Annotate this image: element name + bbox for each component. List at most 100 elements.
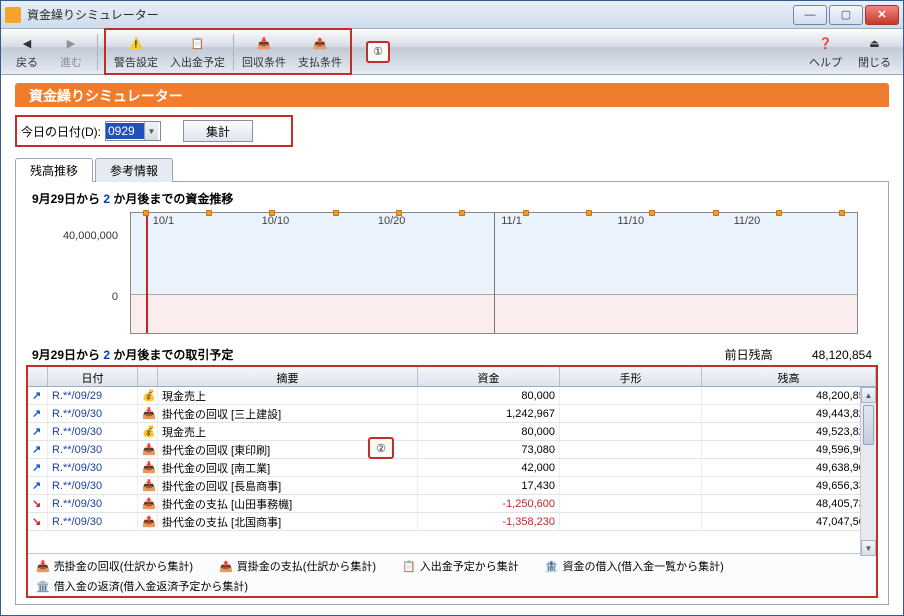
row-type-icon: 💰 (138, 387, 158, 404)
cell-date: R.**/09/30 (48, 441, 138, 458)
close-button[interactable]: ⏏ 閉じる (852, 31, 897, 72)
alert-settings-button[interactable]: ⚠️ 警告設定 (108, 31, 164, 72)
cell-fund: 1,242,967 (418, 405, 560, 422)
scroll-thumb[interactable] (863, 405, 874, 445)
table-header-suffix: か月後までの取引予定 (110, 348, 233, 362)
tab-reference-info[interactable]: 参考情報 (95, 158, 173, 182)
alert-icon: ⚠️ (126, 33, 146, 53)
toolbar-separator (233, 34, 234, 70)
legend-io-schedule: 📋入出金予定から集計 (402, 558, 519, 574)
help-button[interactable]: ❓ ヘルプ (803, 31, 848, 72)
forward-button[interactable]: ▶ 進む (51, 31, 91, 72)
cell-balance: 48,200,854 (702, 387, 876, 404)
cell-note (560, 387, 702, 404)
table-row[interactable]: ↗R.**/09/30📥掛代金の回収 [南工業]42,00049,638,901 (28, 459, 876, 477)
repay-icon: 🏛️ (36, 580, 50, 593)
cell-fund: -1,358,230 (418, 513, 560, 530)
cell-note (560, 495, 702, 512)
tabstrip: 残高推移 参考情報 (15, 157, 889, 182)
row-type-icon: 📥 (138, 477, 158, 494)
tab-panel: 9月29日から 2 か月後までの資金推移 40,000,000 0 10/1 1… (15, 182, 889, 605)
minimize-button[interactable]: — (793, 5, 827, 25)
grid-body: ↗R.**/09/29💰現金売上80,00048,200,854 ↗ R.**/09… (28, 387, 876, 553)
col-note[interactable]: 手形 (560, 367, 702, 386)
tab-balance-trend[interactable]: 残高推移 (15, 158, 93, 182)
close-label: 閉じる (858, 54, 891, 70)
table-row[interactable]: ↘R.**/09/30📤掛代金の支払 [山田事務機]-1,250,60048,4… (28, 495, 876, 513)
forward-label: 進む (60, 54, 82, 70)
back-icon: ◀ (17, 33, 37, 53)
recv-cond-button[interactable]: 📥 回収条件 (236, 31, 292, 72)
col-date[interactable]: 日付 (48, 367, 138, 386)
calendar-icon: 📋 (188, 33, 208, 53)
toolbar: ◀ 戻る ▶ 進む ⚠️ 警告設定 📋 入出金予定 📥 回収条件 📤 (1, 29, 903, 75)
table-header-prefix: 9月29日から (32, 348, 103, 362)
cell-date: R.**/09/30 (48, 513, 138, 530)
arrow-up-icon: ↗ (32, 479, 41, 492)
close-window-button[interactable]: ✕ (865, 5, 899, 25)
cell-date: R.**/09/30 (48, 495, 138, 512)
aggregate-button[interactable]: 集計 (183, 120, 253, 142)
arrow-up-icon: ↗ (32, 407, 41, 420)
cell-date: R.**/09/30 (48, 405, 138, 422)
transactions-table-highlight: ② 日付 摘要 資金 手形 残高 ↗R.**/09/29💰現金売上80,0004… (26, 365, 878, 598)
cell-balance: 49,638,901 (702, 459, 876, 476)
legend-receivable: 📥売掛金の回収(仕訳から集計) (36, 558, 193, 574)
scroll-up-button[interactable]: ▲ (861, 387, 876, 403)
arrow-up-icon: ↗ (32, 443, 41, 456)
x-tick-label: 10/20 (378, 215, 406, 227)
prev-balance-label: 前日残高 (725, 348, 773, 362)
vertical-scrollbar[interactable]: ▲ ▼ (860, 387, 876, 556)
io-schedule-button[interactable]: 📋 入出金予定 (164, 31, 231, 72)
row-type-icon: 📥 (138, 405, 158, 422)
x-tick-label: 10/1 (153, 215, 174, 227)
cell-note (560, 459, 702, 476)
pay-cond-button[interactable]: 📤 支払条件 (292, 31, 348, 72)
date-input[interactable] (106, 123, 144, 139)
table-row[interactable]: ↗R.**/09/30💰現金売上80,00049,523,821 (28, 423, 876, 441)
x-tick-label: 11/20 (734, 215, 761, 227)
cell-desc: 掛代金の支払 [山田事務機] (158, 495, 418, 512)
arrow-up-icon: ↗ (32, 425, 41, 438)
cell-note (560, 477, 702, 494)
cell-desc: 掛代金の回収 [三上建設] (158, 405, 418, 422)
pay-cond-label: 支払条件 (298, 54, 342, 70)
callout-2: ② (368, 437, 394, 459)
table-row[interactable]: ↗R.**/09/29💰現金売上80,00048,200,854 (28, 387, 876, 405)
cell-date: R.**/09/30 (48, 459, 138, 476)
table-row[interactable]: ↘R.**/09/30📤掛代金の支払 [北国商事]-1,358,23047,04… (28, 513, 876, 531)
cell-date: R.**/09/30 (48, 477, 138, 494)
transactions-grid: 日付 摘要 資金 手形 残高 ↗R.**/09/29💰現金売上80,00048,… (28, 367, 876, 553)
cell-note (560, 441, 702, 458)
table-row[interactable]: ↗R.**/09/30📥掛代金の回収 [三上建設]1,242,96749,443… (28, 405, 876, 423)
y-tick-label: 0 (112, 291, 118, 303)
row-type-icon: 📥 (138, 441, 158, 458)
cell-fund: 80,000 (418, 423, 560, 440)
cell-fund: 17,430 (418, 477, 560, 494)
date-combo[interactable]: ▼ (105, 121, 161, 141)
date-dropdown-icon[interactable]: ▼ (144, 122, 158, 140)
row-type-icon: 💰 (138, 423, 158, 440)
recv-icon: 📥 (254, 33, 274, 53)
chart-header-suffix: か月後までの資金推移 (110, 192, 233, 206)
recv-cond-label: 回収条件 (242, 54, 286, 70)
back-button[interactable]: ◀ 戻る (7, 31, 47, 72)
scroll-down-button[interactable]: ▼ (861, 540, 876, 556)
arrow-up-icon: ↗ (32, 461, 41, 474)
chart-plot-area: 10/1 10/10 10/20 11/1 11/10 11/20 (130, 212, 858, 334)
cell-balance: 49,523,821 (702, 423, 876, 440)
toolbar-separator (97, 34, 98, 70)
pay-icon: 📤 (310, 33, 330, 53)
table-row[interactable]: ↗R.**/09/30📥掛代金の回収 [東印刷]73,08049,596,901 (28, 441, 876, 459)
arrow-down-icon: ↘ (32, 515, 41, 528)
maximize-button[interactable]: ▢ (829, 5, 863, 25)
arrow-down-icon: ↘ (32, 497, 41, 510)
cell-desc: 現金売上 (158, 387, 418, 404)
col-fund[interactable]: 資金 (418, 367, 560, 386)
cell-note (560, 423, 702, 440)
row-type-icon: 📤 (138, 495, 158, 512)
y-tick-label: 40,000,000 (63, 230, 118, 242)
col-balance[interactable]: 残高 (702, 367, 876, 386)
col-desc[interactable]: 摘要 (158, 367, 418, 386)
table-row[interactable]: ↗R.**/09/30📥掛代金の回収 [長島商事]17,43049,656,33… (28, 477, 876, 495)
